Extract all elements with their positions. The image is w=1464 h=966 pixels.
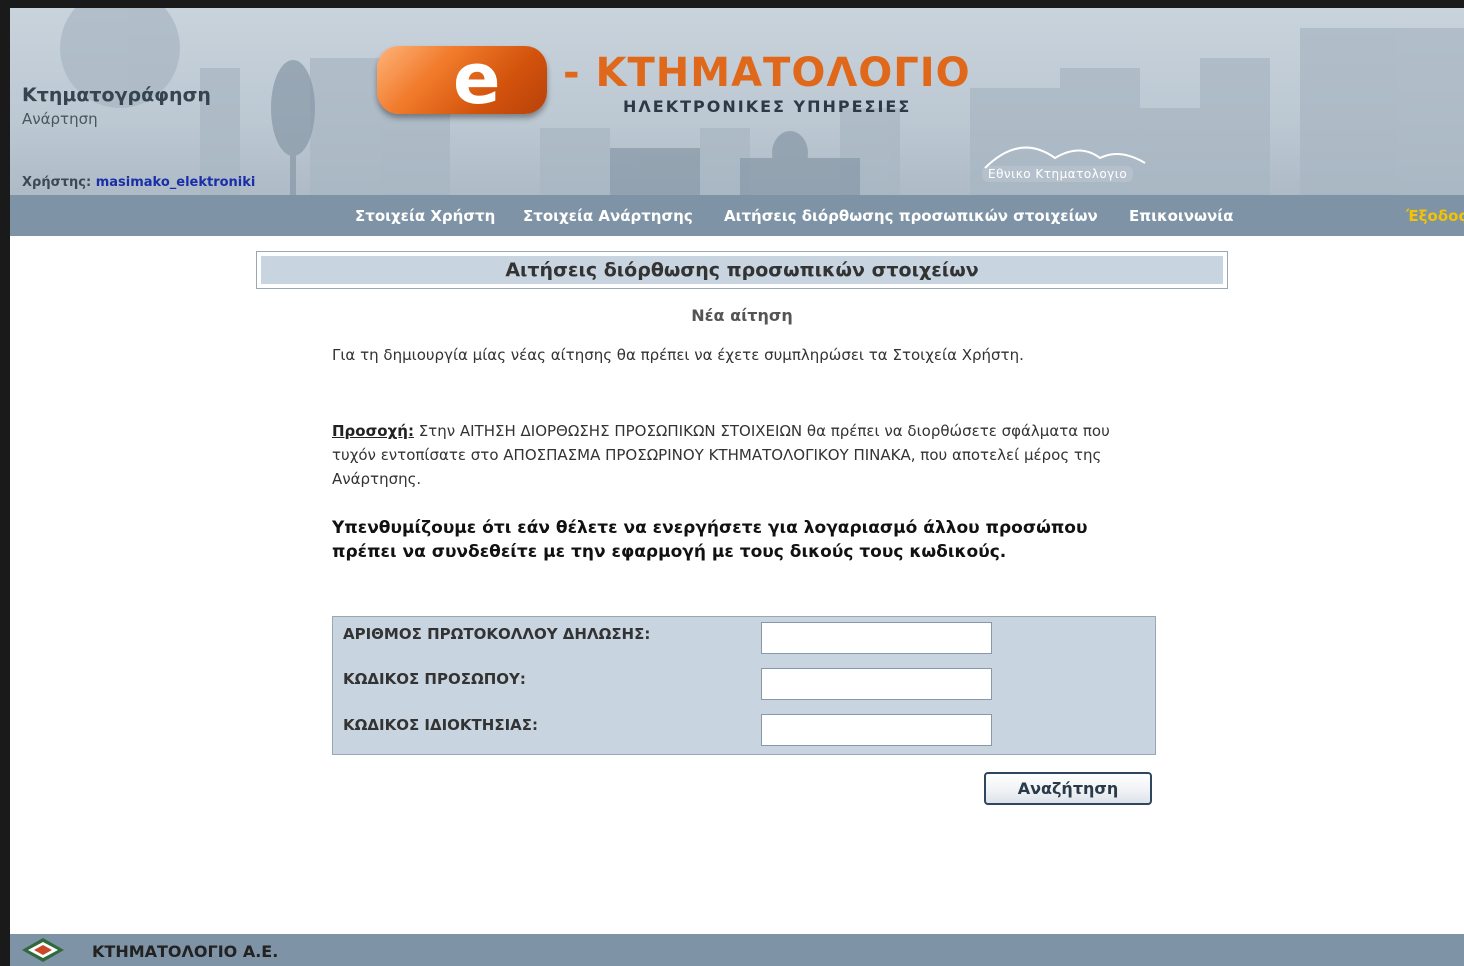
page-title: Αιτήσεις διόρθωσης προσωπικών στοιχείων	[261, 256, 1223, 284]
site-footer: ΚΤΗΜΑΤΟΛΟΓΙΟ Α.Ε.	[10, 934, 1464, 966]
property-code-label: ΚΩΔΙΚΟΣ ΙΔΙΟΚΤΗΣΙΑΣ:	[343, 716, 539, 734]
page-heading-box: Αιτήσεις διόρθωσης προσωπικών στοιχείων	[256, 251, 1228, 289]
nav-exit[interactable]: Έξοδος	[1406, 207, 1464, 225]
property-code-input[interactable]	[761, 714, 992, 746]
nav-contact[interactable]: Επικοινωνία	[1129, 207, 1233, 225]
cadastre-logo-icon	[22, 938, 64, 962]
nav-user-details[interactable]: Στοιχεία Χρήστη	[355, 207, 495, 225]
intro-text: Για τη δημιουργία μίας νέας αίτησης θα π…	[332, 346, 1024, 364]
main-navigation: Στοιχεία Χρήστη Στοιχεία Ανάρτησης Αιτήσ…	[10, 195, 1464, 236]
national-cadastre-logo: Εθνικο Κτηματολογιο	[982, 166, 1134, 182]
protocol-number-label: ΑΡΙΘΜΟΣ ΠΡΩΤΟΚΟΛΛΟΥ ΔΗΛΩΣΗΣ:	[343, 625, 651, 643]
warning-text: Στην ΑΙΤΗΣΗ ΔΙΟΡΘΩΣΗΣ ΠΡΟΣΩΠΙΚΩΝ ΣΤΟΙΧΕΙ…	[332, 422, 1110, 488]
logo-subtitle: ΗΛΕΚΤΡΟΝΙΚΕΣ ΥΠΗΡΕΣΙΕΣ	[623, 97, 912, 116]
warning-paragraph: Προσοχή: Στην ΑΙΤΗΣΗ ΔΙΟΡΘΩΣΗΣ ΠΡΟΣΩΠΙΚΩ…	[332, 419, 1132, 491]
protocol-number-input[interactable]	[761, 622, 992, 654]
footer-company-name: ΚΤΗΜΑΤΟΛΟΓΙΟ Α.Ε.	[92, 942, 279, 961]
person-code-input[interactable]	[761, 668, 992, 700]
section-subtitle: Ανάρτηση	[22, 110, 98, 128]
reminder-text: Υπενθυμίζουμε ότι εάν θέλετε να ενεργήσε…	[332, 518, 1088, 562]
nav-correction-requests[interactable]: Αιτήσεις διόρθωσης προσωπικών στοιχείων	[724, 207, 1098, 225]
search-button[interactable]: Αναζήτηση	[984, 772, 1152, 805]
username: masimako_elektroniki	[95, 175, 256, 190]
e-logo-badge: e	[377, 38, 547, 120]
user-info: Χρήστης: masimako_elektroniki	[22, 175, 255, 190]
site-header: Κτηματογράφηση Ανάρτηση Χρήστης: masimak…	[10, 8, 1464, 195]
section-title: Κτηματογράφηση	[22, 84, 211, 106]
e-logo-letter: e	[453, 38, 501, 120]
nav-posting-details[interactable]: Στοιχεία Ανάρτησης	[523, 207, 693, 225]
search-form: ΑΡΙΘΜΟΣ ΠΡΩΤΟΚΟΛΛΟΥ ΔΗΛΩΣΗΣ: ΚΩΔΙΚΟΣ ΠΡΟ…	[332, 616, 1156, 755]
warning-label: Προσοχή:	[332, 422, 414, 440]
logo-title: - ΚΤΗΜΑΤΟΛΟΓΙΟ	[563, 50, 971, 96]
new-request-subtitle: Νέα αίτηση	[691, 306, 793, 325]
person-code-label: ΚΩΔΙΚΟΣ ΠΡΟΣΩΠΟΥ:	[343, 670, 526, 688]
user-label: Χρήστης:	[22, 175, 92, 190]
